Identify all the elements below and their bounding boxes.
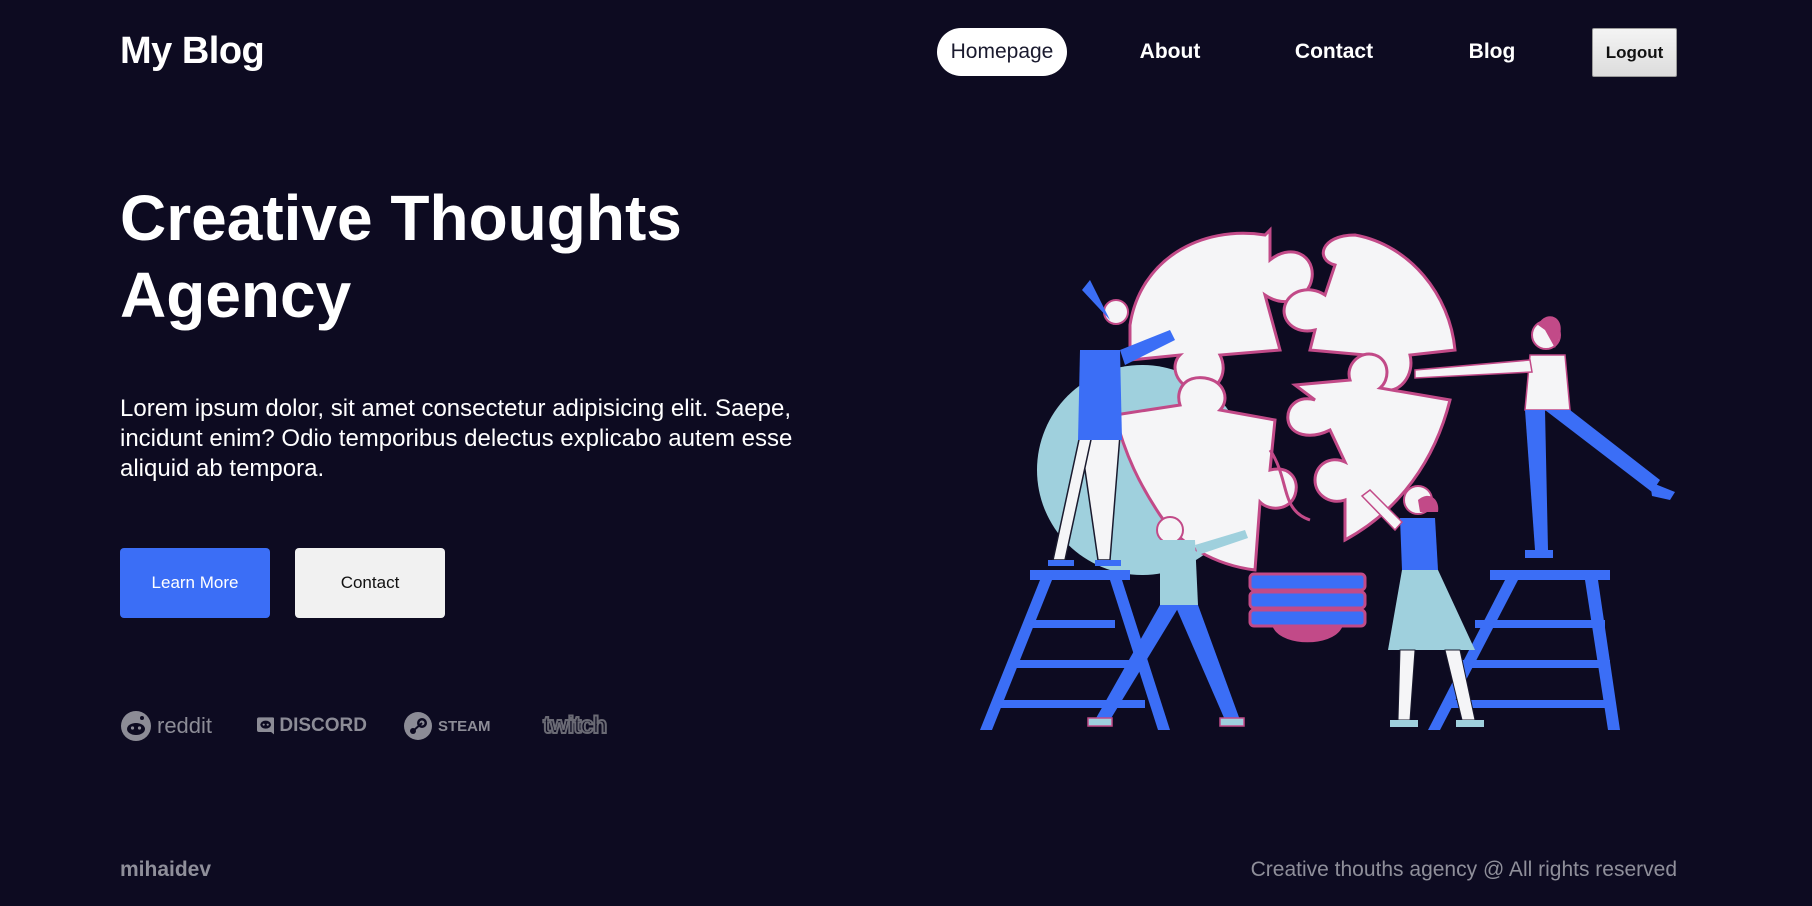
partner-steam: STEAM bbox=[403, 706, 503, 746]
team-puzzle-illustration bbox=[980, 226, 1675, 730]
contact-button[interactable]: Contact bbox=[295, 548, 445, 618]
hero-title: Creative Thoughts Agency bbox=[120, 182, 682, 331]
learn-more-button[interactable]: Learn More bbox=[120, 548, 270, 618]
logout-button[interactable]: Logout bbox=[1592, 28, 1677, 77]
partner-discord-label: DISCORD bbox=[279, 715, 367, 736]
nav-about[interactable]: About bbox=[1137, 28, 1203, 76]
reddit-icon bbox=[121, 711, 151, 741]
site-logo[interactable]: My Blog bbox=[120, 30, 265, 73]
footer-author[interactable]: mihaidev bbox=[120, 858, 211, 882]
nav-homepage[interactable]: Homepage bbox=[937, 28, 1067, 76]
partner-twitch-label: twitch bbox=[542, 711, 608, 740]
partner-discord: DISCORD bbox=[257, 706, 367, 746]
partner-reddit: reddit bbox=[120, 706, 215, 746]
partner-reddit-label: reddit bbox=[157, 713, 213, 738]
nav-contact[interactable]: Contact bbox=[1289, 28, 1379, 76]
partner-steam-label: STEAM bbox=[438, 717, 491, 735]
nav-blog[interactable]: Blog bbox=[1463, 28, 1521, 76]
discord-icon bbox=[257, 717, 275, 735]
steam-icon bbox=[404, 712, 432, 740]
page: My Blog Homepage About Contact Blog Logo… bbox=[0, 0, 1812, 906]
footer-copyright: Creative thouths agency @ All rights res… bbox=[1250, 858, 1677, 881]
hero-description: Lorem ipsum dolor, sit amet consectetur … bbox=[120, 395, 793, 482]
partner-twitch: twitch bbox=[542, 706, 623, 746]
